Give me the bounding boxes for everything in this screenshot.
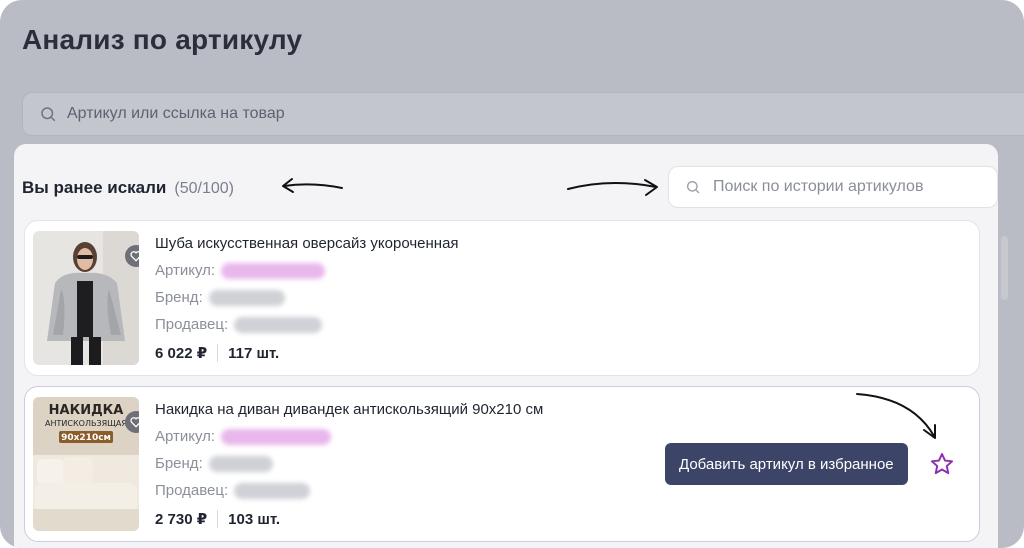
stats-divider — [217, 344, 219, 362]
article-label: Артикул: — [155, 428, 216, 445]
history-count: (50/100) — [174, 180, 234, 197]
brand-value-blurred — [208, 455, 273, 472]
article-field: Артикул: — [155, 428, 332, 445]
scrollbar-thumb[interactable] — [1001, 236, 1008, 300]
article-value-blurred — [221, 428, 332, 445]
search-icon — [687, 181, 700, 194]
product-image[interactable] — [33, 231, 139, 365]
history-header: Вы ранее искали (50/100) — [22, 178, 234, 198]
scrollbar[interactable] — [998, 224, 1010, 548]
history-search-input[interactable]: Поиск по истории артикулов — [668, 166, 998, 208]
seller-value-blurred — [234, 482, 311, 499]
seller-label: Продавец: — [155, 482, 229, 499]
add-to-favorites-button[interactable] — [927, 449, 957, 479]
article-field: Артикул: — [155, 262, 326, 279]
heart-icon — [130, 417, 139, 428]
seller-value-blurred — [234, 316, 323, 333]
brand-field: Бренд: — [155, 455, 273, 472]
product-card[interactable]: Шуба искусственная оверсайз укороченная … — [24, 220, 980, 376]
product-stats: 2 730 ₽ 103 шт. — [155, 510, 280, 528]
star-icon — [930, 453, 954, 475]
product-stats: 6 022 ₽ 117 шт. — [155, 344, 279, 362]
brand-field: Бренд: — [155, 289, 285, 306]
heart-icon — [130, 251, 139, 262]
product-price: 2 730 ₽ — [155, 511, 208, 528]
product-title[interactable]: Накидка на диван дивандек антискользящий… — [155, 401, 543, 418]
product-photo: НАКИДКА АНТИСКОЛЬЗЯЩАЯ 90х210см — [33, 397, 139, 531]
seller-field: Продавец: — [155, 316, 323, 333]
product-price: 6 022 ₽ — [155, 345, 208, 362]
seller-field: Продавец: — [155, 482, 311, 499]
image-caption-sub: АНТИСКОЛЬЗЯЩАЯ — [45, 419, 127, 428]
page-title: Анализ по артикулу — [22, 24, 303, 55]
product-title[interactable]: Шуба искусственная оверсайз укороченная — [155, 235, 459, 252]
article-value-blurred — [221, 262, 326, 279]
search-icon — [41, 107, 56, 122]
brand-label: Бренд: — [155, 455, 203, 472]
history-panel: Вы ранее искали (50/100) Поиск по истори… — [14, 144, 1008, 548]
brand-value-blurred — [208, 289, 285, 306]
image-caption-main: НАКИДКА — [49, 403, 124, 418]
app-frame: Анализ по артикулу Артикул или ссылка на… — [0, 0, 1024, 548]
favorite-tooltip: Добавить артикул в избранное — [665, 443, 908, 485]
product-quantity: 117 шт. — [228, 344, 280, 362]
product-card[interactable]: НАКИДКА АНТИСКОЛЬЗЯЩАЯ 90х210см Накидка … — [24, 386, 980, 542]
product-photo — [33, 231, 139, 365]
history-title: Вы ранее искали — [22, 178, 167, 197]
product-image[interactable]: НАКИДКА АНТИСКОЛЬЗЯЩАЯ 90х210см — [33, 397, 139, 531]
stats-divider — [217, 510, 219, 528]
brand-label: Бренд: — [155, 289, 203, 306]
seller-label: Продавец: — [155, 316, 229, 333]
image-caption-size: 90х210см — [61, 433, 111, 443]
product-quantity: 103 шт. — [228, 510, 281, 528]
history-search-placeholder: Поиск по истории артикулов — [713, 178, 924, 195]
main-search-input[interactable]: Артикул или ссылка на товар — [22, 92, 1024, 136]
article-label: Артикул: — [155, 262, 216, 279]
main-search-placeholder: Артикул или ссылка на товар — [67, 105, 285, 122]
